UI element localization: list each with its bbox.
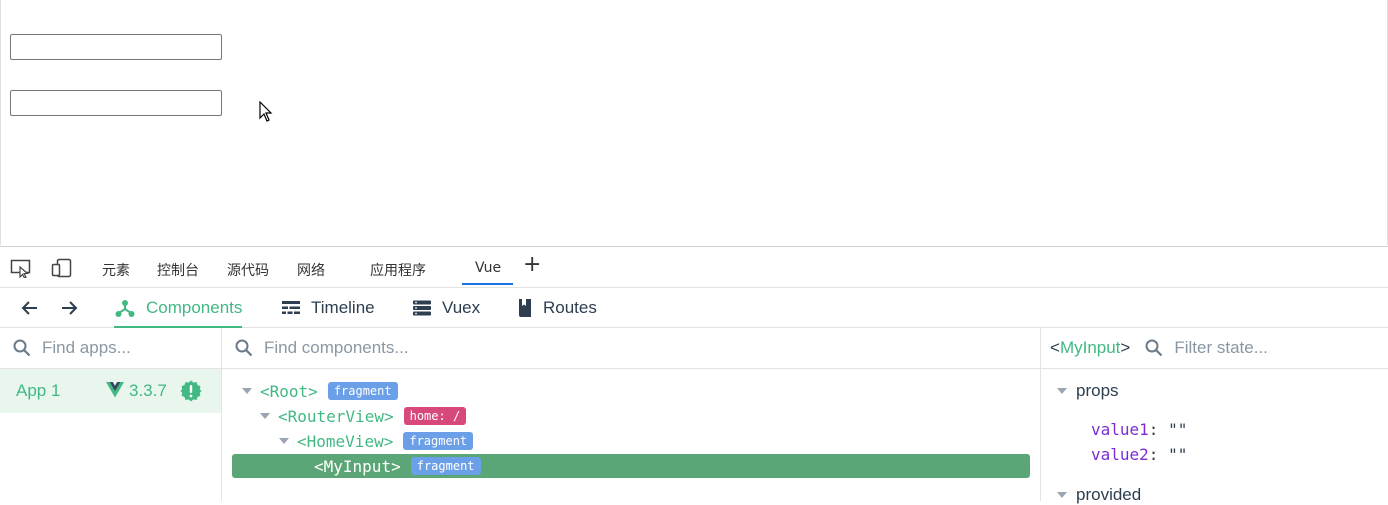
collapse-arrow-icon[interactable]: [1057, 386, 1067, 396]
search-icon: [13, 339, 31, 357]
provided-section-label: provided: [1076, 485, 1142, 504]
search-icon: [1145, 339, 1163, 357]
prop-key: value1: [1091, 420, 1149, 439]
tab-routes-label: Routes: [543, 298, 597, 317]
vue-toolbar: Components Timeline Vuex Routes: [0, 288, 1388, 328]
tag-bracket: >: [308, 381, 318, 401]
tag-bracket: <: [260, 381, 270, 401]
tag-bracket: >: [383, 406, 394, 426]
app-version: 3.3.7: [129, 381, 167, 400]
props-section-header[interactable]: props: [1057, 381, 1119, 401]
routes-book-icon: [519, 299, 531, 317]
tab-components-label: Components: [146, 298, 243, 317]
fragment-badge: fragment: [327, 382, 398, 400]
vue-logo-icon: [106, 382, 124, 398]
component-name: HomeView: [306, 431, 384, 451]
components-search-row: [222, 328, 1040, 369]
fragment-badge: fragment: [410, 457, 481, 475]
tag-bracket: <: [297, 431, 307, 451]
fragment-badge: fragment: [403, 432, 474, 450]
prop-key: value2: [1091, 445, 1149, 464]
tab-console[interactable]: 控制台: [157, 260, 199, 280]
prop-value: "": [1168, 420, 1188, 439]
tag-bracket: <: [1050, 338, 1060, 357]
text-input-1[interactable]: [10, 34, 222, 60]
tab-sources[interactable]: 源代码: [227, 260, 269, 280]
tag-bracket: <: [278, 406, 288, 426]
back-arrow-icon[interactable]: [19, 297, 41, 319]
tree-node-routerview[interactable]: < RouterView > home: /: [260, 404, 467, 428]
inspected-page: [0, 0, 1388, 245]
apps-pane: App 1 3.3.7: [0, 328, 222, 501]
tab-vuex-label: Vuex: [442, 298, 481, 317]
collapse-arrow-icon[interactable]: [242, 386, 252, 396]
forward-arrow-icon[interactable]: [58, 297, 80, 319]
props-section-label: props: [1076, 381, 1119, 400]
route-badge: home: /: [403, 407, 467, 425]
tag-bracket: >: [1120, 338, 1131, 357]
apps-search-row: [0, 328, 221, 369]
tab-timeline[interactable]: Timeline: [281, 288, 375, 328]
filter-state-input[interactable]: [1174, 338, 1315, 358]
prop-colon: :: [1148, 445, 1159, 464]
tab-network[interactable]: 网络: [297, 260, 325, 280]
inspector-header: <MyInput>: [1041, 328, 1388, 369]
tab-routes[interactable]: Routes: [517, 288, 597, 328]
collapse-arrow-icon[interactable]: [260, 411, 270, 421]
prop-row[interactable]: value2: "": [1091, 445, 1187, 464]
app-name: App 1: [16, 381, 61, 400]
tree-node-root[interactable]: < Root > fragment: [242, 379, 398, 403]
app-list-item[interactable]: App 1 3.3.7: [0, 369, 221, 413]
devtools-tab-bar: 元素 控制台 源代码 网络 应用程序 Vue +: [0, 246, 1388, 288]
components-search-input[interactable]: [264, 338, 837, 358]
component-name: MyInput: [323, 456, 392, 476]
component-name: Root: [269, 381, 309, 401]
timeline-icon: [282, 301, 300, 314]
prop-row[interactable]: value1: "": [1091, 420, 1187, 439]
vuex-icon: [413, 300, 431, 316]
tab-timeline-label: Timeline: [311, 298, 375, 317]
components-icon: [115, 300, 135, 317]
inspector-pane: <MyInput> props value1: "" value2: "" pr…: [1041, 328, 1388, 504]
provided-section-header[interactable]: provided: [1057, 485, 1141, 505]
tab-application[interactable]: 应用程序: [370, 260, 426, 280]
device-toolbar-icon[interactable]: [51, 258, 73, 278]
collapse-arrow-icon[interactable]: [279, 436, 289, 446]
search-icon: [235, 339, 253, 357]
selected-component-label: <MyInput>: [1050, 338, 1130, 358]
text-input-2[interactable]: [10, 90, 222, 116]
tree-node-myinput-selected[interactable]: < MyInput > fragment: [232, 454, 1030, 478]
warning-badge-icon[interactable]: [180, 380, 202, 402]
selected-component-name: MyInput: [1059, 338, 1121, 357]
component-name: RouterView: [287, 406, 384, 426]
tag-bracket: >: [383, 431, 394, 451]
active-tab-indicator: [462, 283, 513, 285]
apps-search-input[interactable]: [42, 338, 197, 358]
tab-vue[interactable]: Vue: [475, 260, 501, 276]
tab-vuex[interactable]: Vuex: [412, 288, 480, 328]
mouse-cursor-icon: [259, 101, 273, 122]
component-tree-pane: <Root> fragment <RouterView> home: / <Ho…: [222, 328, 1041, 501]
tree-node-homeview[interactable]: < HomeView > fragment: [279, 429, 474, 453]
tag-bracket: <: [314, 456, 324, 476]
prop-colon: :: [1148, 420, 1159, 439]
tag-bracket: >: [391, 456, 401, 476]
add-tab-button[interactable]: +: [523, 254, 541, 276]
tab-elements[interactable]: 元素: [102, 260, 130, 280]
tab-components[interactable]: Components: [114, 288, 243, 328]
inspect-element-icon[interactable]: [10, 258, 32, 278]
prop-value: "": [1168, 445, 1188, 464]
collapse-arrow-icon[interactable]: [1057, 490, 1067, 500]
